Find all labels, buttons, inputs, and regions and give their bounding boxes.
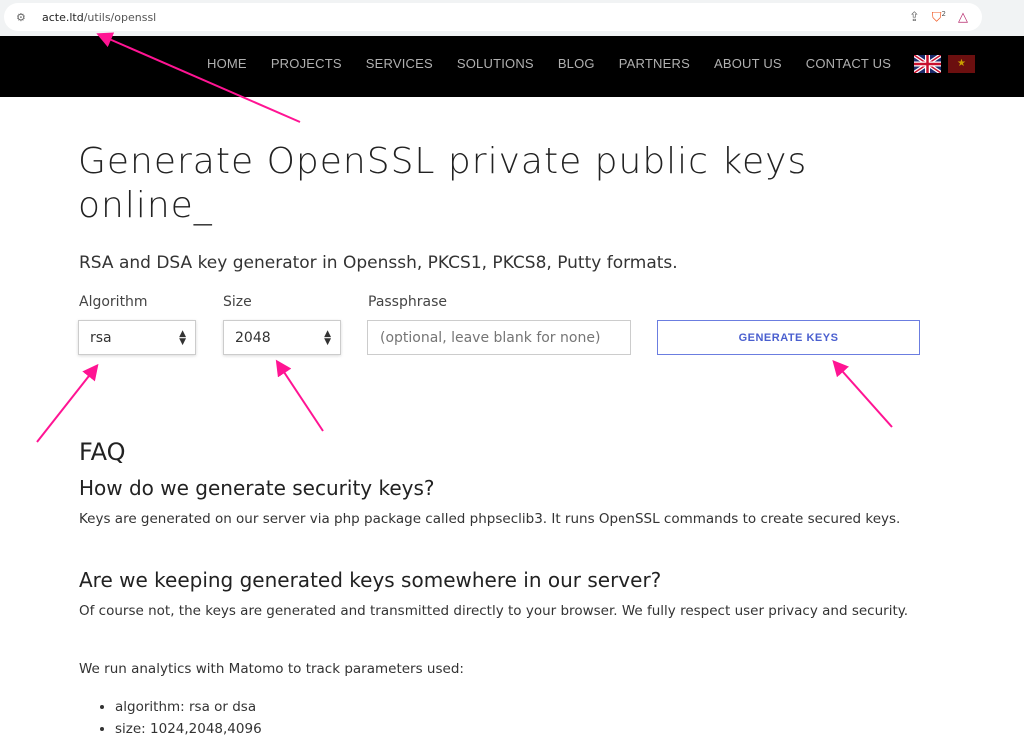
nav-solutions[interactable]: SOLUTIONS xyxy=(457,56,534,71)
size-value: 2048 xyxy=(235,330,271,346)
generate-keys-button[interactable]: GENERATE KEYS xyxy=(657,320,920,355)
browser-toolbar: ⚙ acte.ltd/utils/openssl ⇪ ⛉2 △ xyxy=(0,0,1024,36)
passphrase-input[interactable] xyxy=(367,320,631,355)
nav-services[interactable]: SERVICES xyxy=(366,56,433,71)
nav-partners[interactable]: PARTNERS xyxy=(619,56,690,71)
faq-answer: Of course not, the keys are generated an… xyxy=(79,603,909,619)
size-select[interactable]: 2048 ▲ ▼ xyxy=(223,320,341,355)
select-arrows-icon: ▲ ▼ xyxy=(179,329,186,347)
nav-blog[interactable]: BLOG xyxy=(558,56,595,71)
tracked-params-list: algorithm: rsa or dsa size: 1024,2048,40… xyxy=(115,696,262,740)
algorithm-select[interactable]: rsa ▲ ▼ xyxy=(78,320,196,355)
brave-rewards-icon[interactable]: △ xyxy=(958,10,968,25)
page-subtitle: RSA and DSA key generator in Openssh, PK… xyxy=(79,253,678,273)
faq-answer: We run analytics with Matomo to track pa… xyxy=(79,661,464,677)
vietnam-flag-icon[interactable]: ★ xyxy=(948,55,975,73)
size-label: Size xyxy=(223,294,252,310)
arrow-to-algorithm xyxy=(36,363,99,443)
faq-question: Are we keeping generated keys somewhere … xyxy=(79,568,662,592)
faq-question: How do we generate security keys? xyxy=(79,476,435,500)
brave-shield-icon[interactable]: ⛉2 xyxy=(932,10,946,25)
url-text[interactable]: acte.ltd/utils/openssl xyxy=(42,11,156,24)
arrow-to-generate xyxy=(832,360,893,428)
uk-flag-icon[interactable] xyxy=(912,53,943,75)
list-item: algorithm: rsa or dsa xyxy=(115,696,262,718)
nav-projects[interactable]: PROJECTS xyxy=(271,56,342,71)
nav-home[interactable]: HOME xyxy=(207,56,247,71)
site-settings-icon[interactable]: ⚙ xyxy=(16,11,32,24)
select-arrows-icon: ▲ ▼ xyxy=(324,329,331,347)
passphrase-label: Passphrase xyxy=(368,294,447,310)
address-bar[interactable]: ⚙ acte.ltd/utils/openssl ⇪ ⛉2 △ xyxy=(4,3,982,31)
algorithm-value: rsa xyxy=(90,330,112,346)
faq-answer: Keys are generated on our server via php… xyxy=(79,511,901,527)
nav-about-us[interactable]: ABOUT US xyxy=(714,56,782,71)
arrow-to-size xyxy=(275,359,324,432)
faq-heading: FAQ xyxy=(79,438,126,466)
site-nav: HOME PROJECTS SERVICES SOLUTIONS BLOG PA… xyxy=(0,36,1024,97)
nav-contact-us[interactable]: CONTACT US xyxy=(806,56,891,71)
algorithm-label: Algorithm xyxy=(79,294,148,310)
page-title: Generate OpenSSL private public keys onl… xyxy=(78,141,808,226)
list-item: size: 1024,2048,4096 xyxy=(115,718,262,740)
share-icon[interactable]: ⇪ xyxy=(909,10,920,25)
